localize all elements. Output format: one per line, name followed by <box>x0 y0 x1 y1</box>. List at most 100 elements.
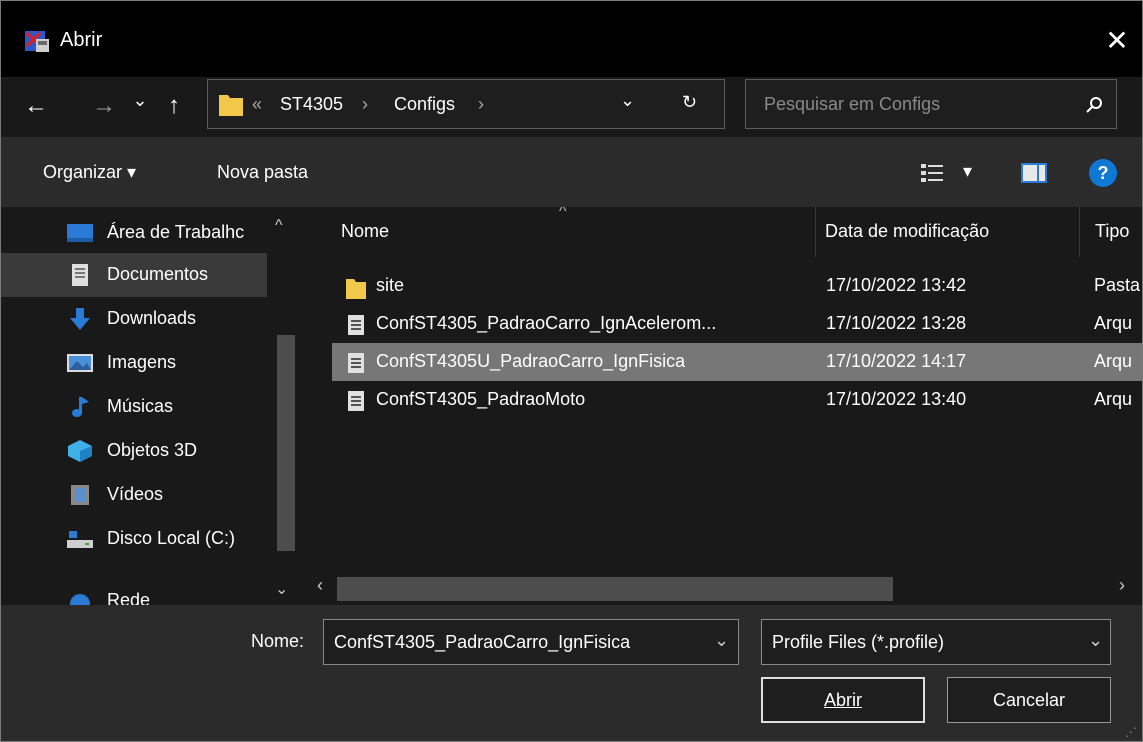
file-icon <box>348 353 364 373</box>
pictures-icon <box>67 354 93 372</box>
file-date: 17/10/2022 14:17 <box>826 351 967 371</box>
open-file-dialog: Abrir ✕ ← → ⌄ ↑ « ST4305 › Configs › ⌄ ↻… <box>1 1 1142 741</box>
scroll-down-arrow-icon[interactable]: ⌄ <box>275 579 288 599</box>
view-options-icon[interactable] <box>921 163 945 183</box>
sidebar-item-desktop[interactable]: Área de Trabalhc ^ <box>1 211 283 255</box>
sidebar-item-pictures[interactable]: Imagens <box>1 341 267 385</box>
cancel-button-label: Cancelar <box>992 690 1066 710</box>
file-type-filter-value: Profile Files (*.profile) <box>772 632 945 652</box>
sidebar-item-network[interactable]: Rede ⌄ <box>1 579 288 605</box>
sidebar-item-label: Downloads <box>107 308 197 328</box>
local-disk-icon <box>67 531 93 548</box>
downloads-icon <box>70 308 90 330</box>
help-icon[interactable]: ? <box>1089 159 1117 187</box>
column-header-row: Nome ^ Data de modificação Tipo <box>307 207 1142 257</box>
resize-grip-icon[interactable]: ⋰ <box>1125 725 1137 739</box>
column-divider[interactable] <box>815 207 816 257</box>
cancel-button[interactable]: Cancelar <box>947 677 1111 723</box>
open-button[interactable]: Abrir <box>761 677 925 723</box>
file-row-selected[interactable]: ConfST4305U_PadraoCarro_IgnFisica 17/10/… <box>332 343 1142 381</box>
file-date: 17/10/2022 13:40 <box>826 389 967 409</box>
sidebar-item-local-disk[interactable]: Disco Local (C:) <box>1 517 267 561</box>
scroll-up-arrow-icon[interactable]: ^ <box>275 217 283 235</box>
sidebar-item-3d-objects[interactable]: Objetos 3D <box>1 429 267 473</box>
file-date: 17/10/2022 13:28 <box>826 313 967 333</box>
sidebar-item-label: Imagens <box>107 352 177 372</box>
chevron-down-icon[interactable]: ⌄ <box>1088 630 1103 651</box>
breadcrumb-overflow[interactable]: « <box>252 94 262 115</box>
recent-locations-chevron-icon[interactable]: ⌄ <box>125 85 155 115</box>
app-icon <box>25 31 49 52</box>
horizontal-scrollbar[interactable]: ‹ › <box>307 571 1142 605</box>
file-name: ConfST4305_PadraoMoto <box>376 389 586 409</box>
column-header-date[interactable]: Data de modificação <box>825 221 989 242</box>
navigation-scrollbar-thumb[interactable] <box>277 335 295 551</box>
sidebar-item-label: Documentos <box>107 264 209 284</box>
breadcrumb-separator-2[interactable]: › <box>478 94 484 115</box>
sidebar-item-documents[interactable]: Documentos <box>1 253 267 297</box>
file-name-label: Nome: <box>251 631 305 651</box>
desktop-icon <box>67 224 93 242</box>
folder-icon <box>346 279 366 299</box>
address-bar[interactable]: « ST4305 › Configs › ⌄ ↻ <box>207 79 725 129</box>
address-row: ← → ⌄ ↑ « ST4305 › Configs › ⌄ ↻ Pesquis… <box>1 77 1142 137</box>
breadcrumb-separator[interactable]: › <box>362 94 368 115</box>
breadcrumb-configs[interactable]: Configs <box>394 94 455 115</box>
search-box[interactable]: Pesquisar em Configs <box>745 79 1117 129</box>
search-placeholder: Pesquisar em Configs <box>764 94 941 114</box>
sort-ascending-icon: ^ <box>559 207 567 220</box>
sidebar-item-label: Área de Trabalhc <box>107 222 245 242</box>
sidebar-item-label: Músicas <box>107 396 174 416</box>
sidebar-item-music[interactable]: Músicas <box>1 385 267 429</box>
sidebar-item-videos[interactable]: Vídeos <box>1 473 267 517</box>
file-type: Arqu <box>1094 351 1133 371</box>
address-history-dropdown-icon[interactable]: ⌄ <box>620 90 635 111</box>
file-date: 17/10/2022 13:42 <box>826 275 967 295</box>
videos-icon <box>71 485 89 505</box>
file-row[interactable]: ConfST4305_PadraoCarro_IgnAcelerom... 17… <box>332 305 1142 343</box>
navigation-pane: Área de Trabalhc ^ Documentos Downloads … <box>1 207 301 605</box>
new-folder-button[interactable]: Nova pasta <box>217 162 308 183</box>
open-button-label: Abrir <box>823 690 862 710</box>
file-name: ConfST4305_PadraoCarro_IgnAcelerom... <box>376 313 717 333</box>
chevron-down-icon[interactable]: ⌄ <box>714 630 729 651</box>
up-arrow-icon[interactable]: ↑ <box>159 91 189 121</box>
title-bar: Abrir ✕ <box>1 1 1142 77</box>
sidebar-item-downloads[interactable]: Downloads <box>1 297 267 341</box>
back-arrow-icon[interactable]: ← <box>21 91 51 121</box>
file-name-value: ConfST4305_PadraoCarro_IgnFisica <box>334 632 631 652</box>
sidebar-item-label: Vídeos <box>107 484 164 504</box>
sidebar-item-label: Objetos 3D <box>107 440 198 460</box>
command-toolbar: Organizar ▾ Nova pasta ▾ ? <box>1 137 1142 207</box>
column-header-name[interactable]: Nome <box>341 221 389 242</box>
sidebar-item-label: Disco Local (C:) <box>107 528 236 548</box>
breadcrumb-st4305[interactable]: ST4305 <box>280 94 343 115</box>
file-list: Nome ^ Data de modificação Tipo site 17/… <box>307 207 1142 605</box>
objects-3d-icon <box>68 440 92 462</box>
folder-icon <box>219 95 243 116</box>
file-name-input[interactable]: ConfST4305_PadraoCarro_IgnFisica ⌄ <box>323 619 739 665</box>
file-type-filter-select[interactable]: Profile Files (*.profile) ⌄ <box>761 619 1111 665</box>
forward-arrow-icon[interactable]: → <box>89 91 119 121</box>
dialog-footer: Nome: ConfST4305_PadraoCarro_IgnFisica ⌄… <box>1 605 1142 741</box>
file-icon <box>348 315 364 335</box>
horizontal-scrollbar-thumb[interactable] <box>337 577 893 601</box>
column-header-type[interactable]: Tipo <box>1095 221 1129 242</box>
preview-pane-icon[interactable] <box>1021 163 1047 183</box>
documents-icon <box>72 264 88 286</box>
close-icon[interactable]: ✕ <box>1099 23 1135 59</box>
file-name: site <box>376 275 405 295</box>
file-name: ConfST4305U_PadraoCarro_IgnFisica <box>376 351 686 371</box>
view-options-dropdown-icon[interactable]: ▾ <box>963 161 972 182</box>
file-icon <box>348 391 364 411</box>
sidebar-item-label: Rede <box>107 590 151 605</box>
file-row[interactable]: ConfST4305_PadraoMoto 17/10/2022 13:40 A… <box>332 381 1142 419</box>
scroll-left-arrow-icon[interactable]: ‹ <box>317 575 323 596</box>
network-icon <box>70 594 90 605</box>
file-row-site[interactable]: site 17/10/2022 13:42 Pasta <box>332 267 1142 305</box>
scroll-right-arrow-icon[interactable]: › <box>1119 575 1125 596</box>
organize-menu-button[interactable]: Organizar ▾ <box>43 162 136 183</box>
search-icon[interactable] <box>1086 96 1104 114</box>
column-divider[interactable] <box>1079 207 1080 257</box>
refresh-icon[interactable]: ↻ <box>682 92 697 113</box>
